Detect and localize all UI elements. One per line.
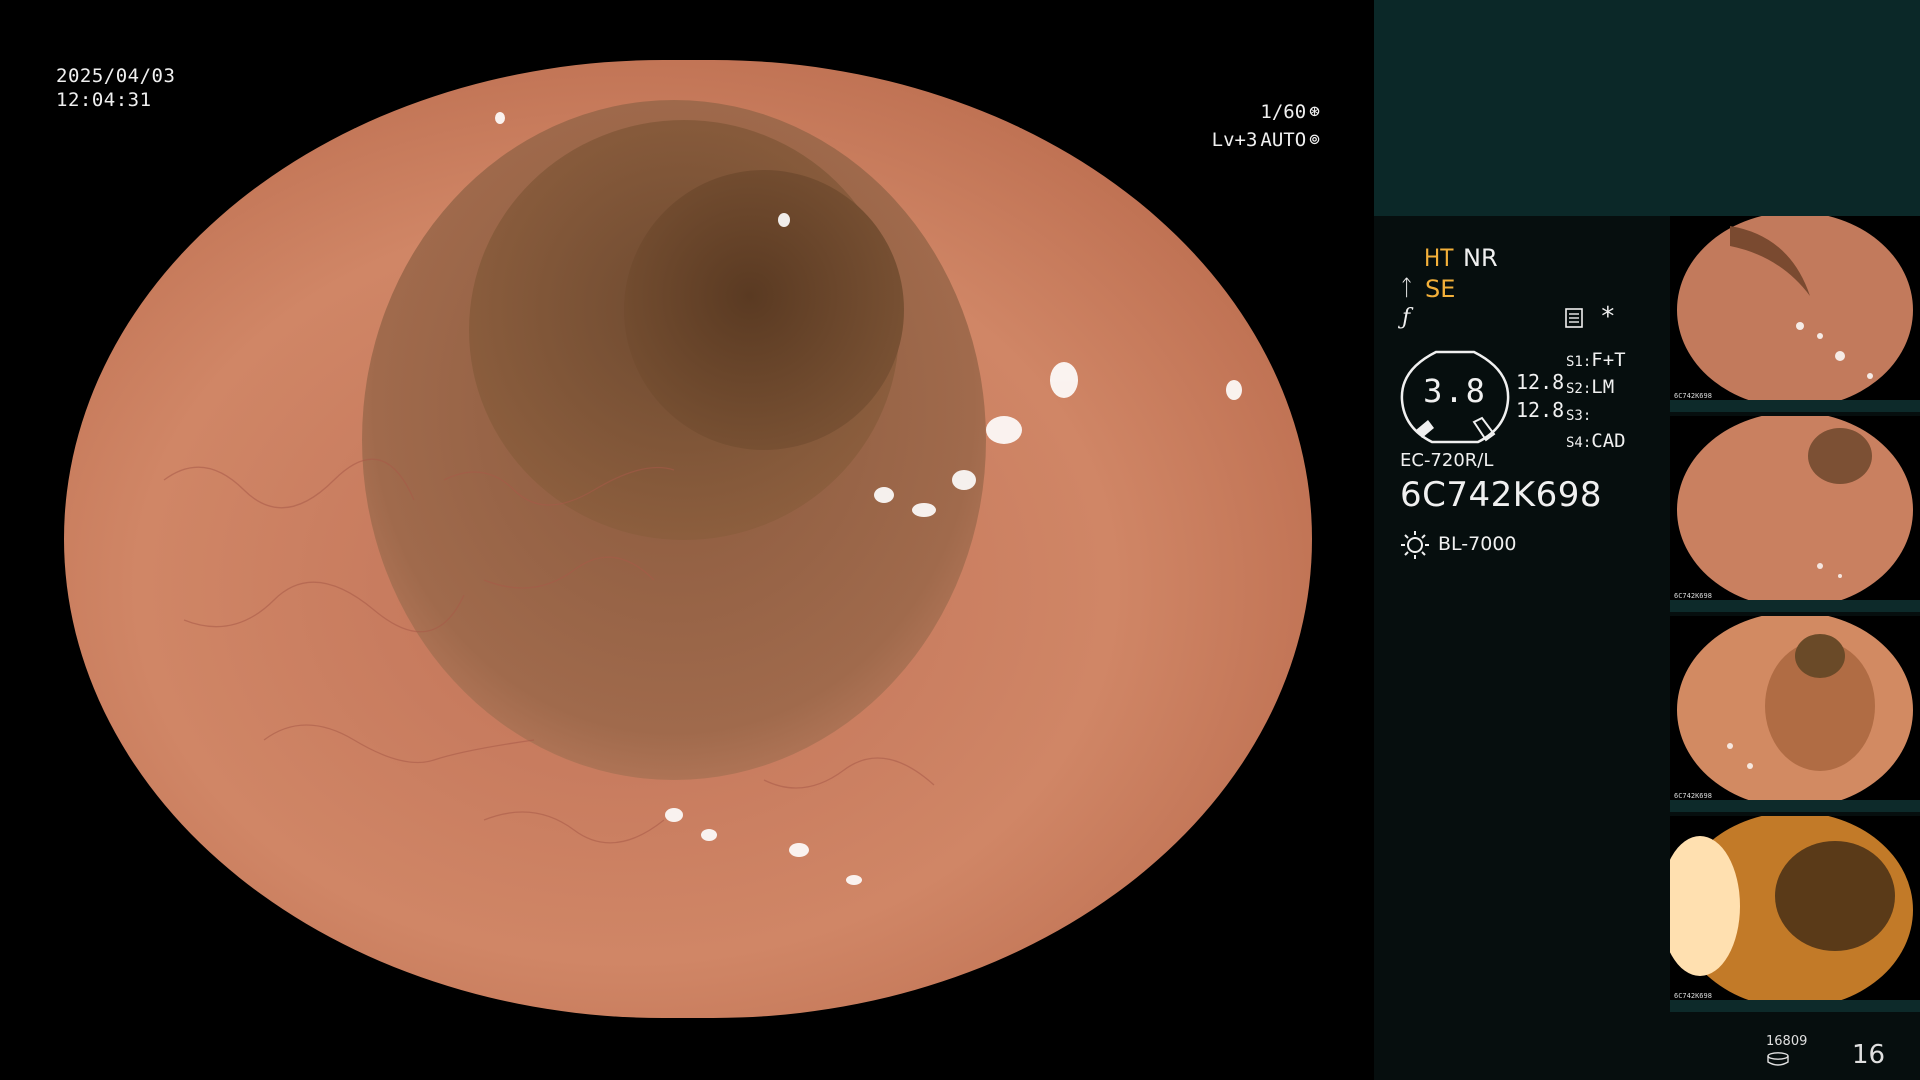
disk-icon xyxy=(1767,1052,1789,1066)
mode-se: SE xyxy=(1425,275,1456,303)
thumbnail-serial: 6C742K698 xyxy=(1674,792,1712,800)
setting-row: S2:LM xyxy=(1566,376,1615,398)
light-source-icon xyxy=(1401,531,1429,559)
info-panel-header xyxy=(1374,0,1920,216)
function-icon: ƒ xyxy=(1402,305,1411,330)
switch-settings: S1:F+T S2:LM S3: S4:CAD xyxy=(1566,348,1626,456)
image-count: 16 xyxy=(1852,1040,1886,1070)
endoscope-live-view xyxy=(64,60,1312,1018)
value-a: 12.8 xyxy=(1516,370,1565,394)
document-icon xyxy=(1565,308,1583,328)
thumbnail-serial: 6C742K698 xyxy=(1674,392,1712,400)
time-label: 12:04:31 xyxy=(56,89,152,111)
setting-row: S1:F+T xyxy=(1566,349,1626,371)
thumbnail-3[interactable]: 6C742K698 xyxy=(1670,616,1920,812)
thumbnail-footer xyxy=(1670,600,1920,612)
storage-count: 16809 xyxy=(1766,1034,1808,1049)
thumbnail-2[interactable]: 6C742K698 xyxy=(1670,416,1920,612)
timestamp: 2025/04/03 12:04:31 xyxy=(56,64,175,112)
brightness-level: Lv+3 xyxy=(1211,129,1258,151)
value-b: 12.8 xyxy=(1516,398,1565,422)
scope-model: EC-720R/L xyxy=(1400,450,1494,471)
mode-ht: HT xyxy=(1424,244,1454,272)
thumbnail-serial: 6C742K698 xyxy=(1674,592,1712,600)
iris-icon: ⊚ xyxy=(1309,129,1320,150)
light-source-label: BL-7000 xyxy=(1438,533,1517,555)
shutter-speed: 1/60 xyxy=(1260,101,1307,123)
thumbnail-footer xyxy=(1670,800,1920,812)
thumbnail-1[interactable]: 6C742K698 xyxy=(1670,216,1920,412)
exposure-mode: AUTO xyxy=(1260,129,1307,151)
mode-nr: NR xyxy=(1463,244,1498,272)
date-label: 2025/04/03 xyxy=(56,65,176,87)
thumbnail-serial: 6C742K698 xyxy=(1674,992,1712,1000)
star-icon: * xyxy=(1600,302,1616,332)
thumbnail-footer xyxy=(1670,400,1920,412)
setting-row: S4:CAD xyxy=(1566,430,1626,452)
exposure-info: 1/60 ⊛ Lv+3 AUTO ⊚ xyxy=(1212,98,1320,154)
thumbnail-4[interactable]: 6C742K698 xyxy=(1670,816,1920,1012)
setting-row: S3: xyxy=(1566,408,1592,424)
aperture-icon: ⊛ xyxy=(1309,101,1320,122)
structure-enhance-icon: ᛏ xyxy=(1400,276,1414,301)
gauge-value: 3.8 xyxy=(1423,372,1487,410)
scope-serial: 6C742K698 xyxy=(1400,475,1602,515)
thumbnail-footer xyxy=(1670,1000,1920,1012)
